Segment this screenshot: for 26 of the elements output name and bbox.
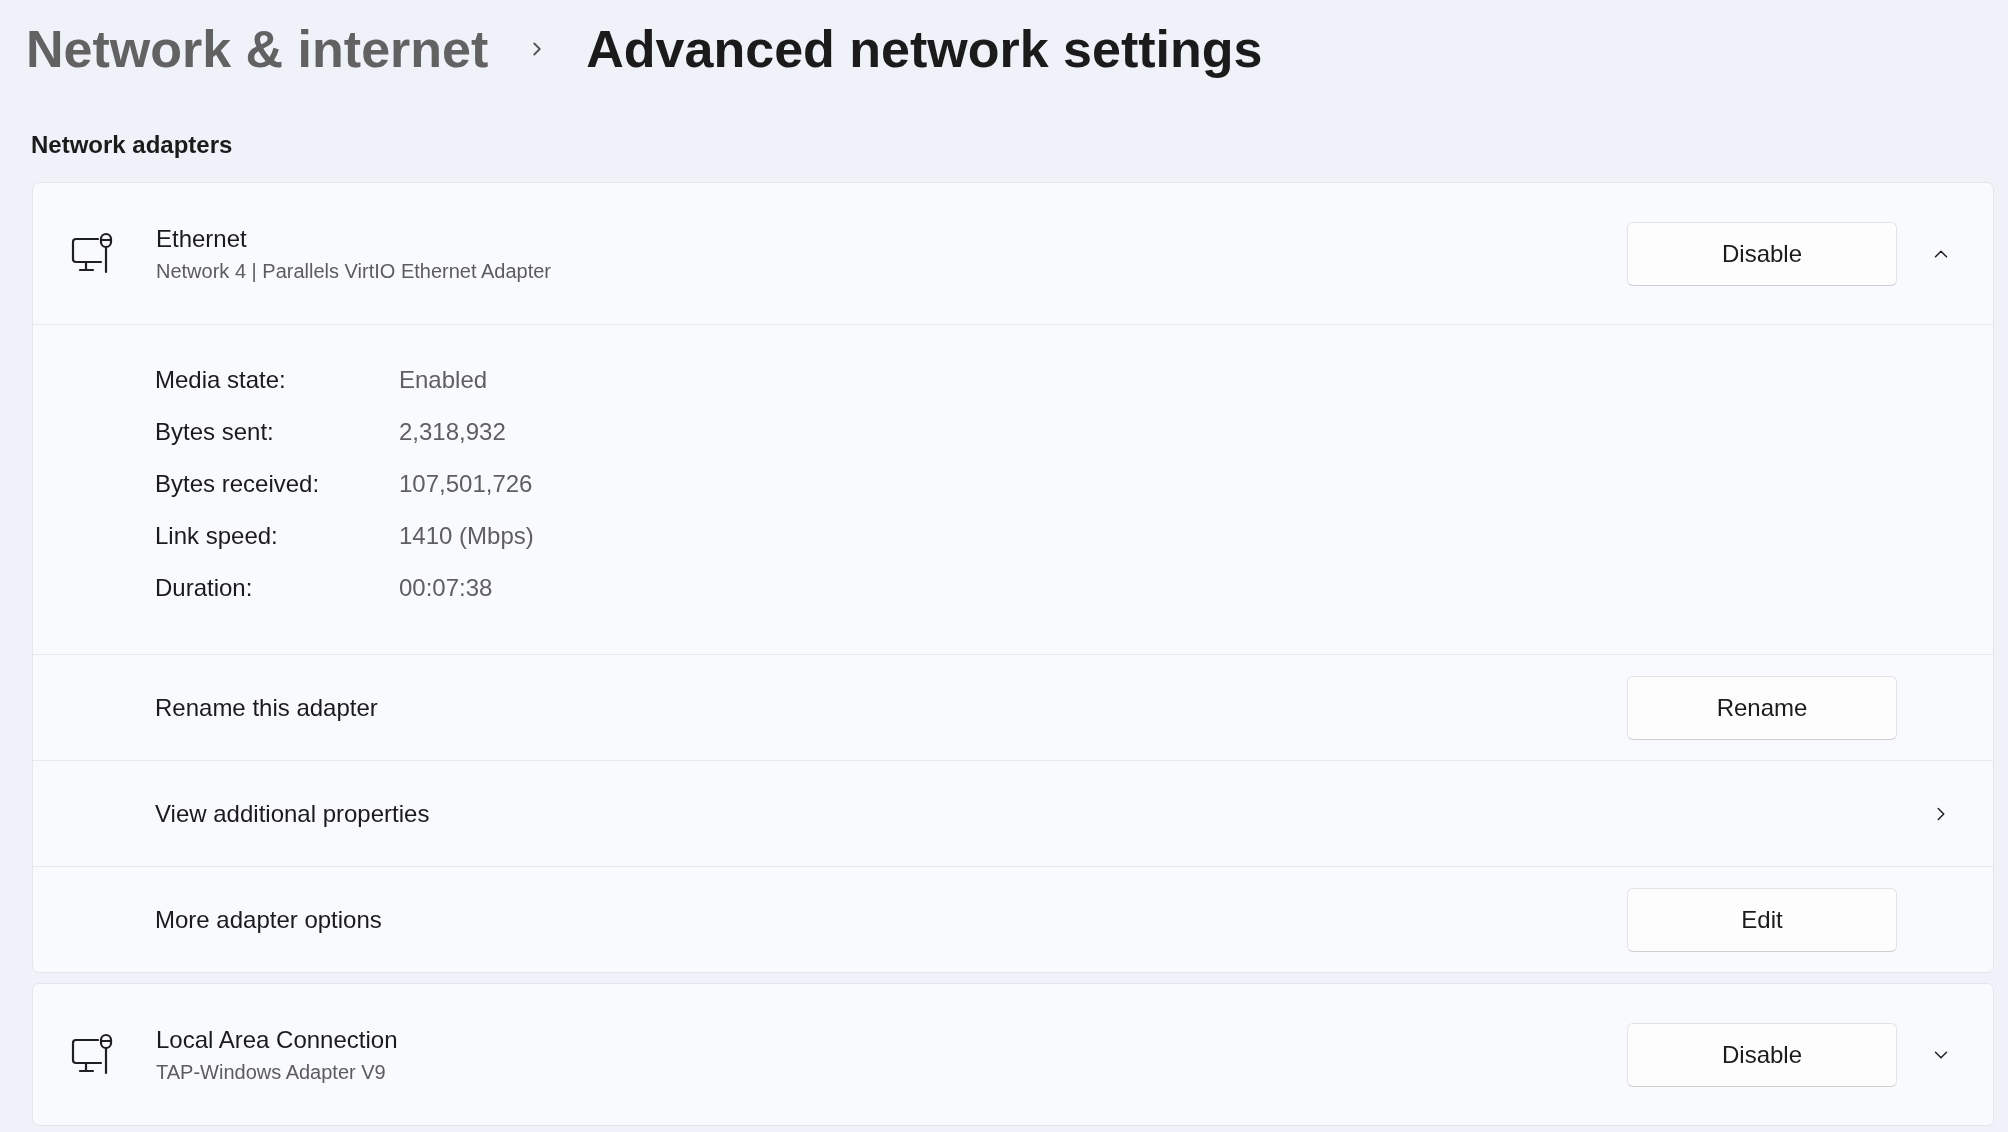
detail-label: Bytes received:	[155, 469, 321, 499]
detail-value: Enabled	[399, 365, 488, 395]
action-button[interactable]: Disable	[1627, 1022, 1897, 1087]
detail-value: 107,501,726	[399, 469, 533, 499]
detail-value: 00:07:38	[399, 573, 493, 603]
page-title: Advanced network settings	[586, 19, 1263, 80]
action-button[interactable]: Rename	[1627, 675, 1897, 740]
adapter-name: Local Area Connection	[156, 1024, 399, 1055]
section-heading: Network adapters	[31, 130, 233, 160]
option-label[interactable]: View additional properties	[155, 795, 1930, 832]
monitor-plug-icon	[71, 1032, 115, 1077]
detail-label: Media state:	[155, 365, 287, 395]
action-button[interactable]: Disable	[1627, 221, 1897, 286]
option-label: More adapter options	[155, 904, 383, 935]
option-label: Rename this adapter	[155, 692, 379, 723]
adapter-description: TAP-Windows Adapter V9	[156, 1059, 387, 1085]
detail-label: Bytes sent:	[155, 417, 275, 447]
detail-value: 1410 (Mbps)	[399, 521, 534, 551]
action-button[interactable]: Edit	[1627, 887, 1897, 952]
adapter-description: Network 4 | Parallels VirtIO Ethernet Adapter	[156, 258, 552, 284]
detail-label: Duration:	[155, 573, 254, 603]
adapter-name: Ethernet	[156, 223, 248, 254]
breadcrumb-link[interactable]: Network & internet	[26, 10, 489, 88]
detail-value: 2,318,932	[399, 417, 506, 447]
monitor-plug-icon	[71, 231, 115, 276]
detail-label: Link speed:	[155, 521, 279, 551]
